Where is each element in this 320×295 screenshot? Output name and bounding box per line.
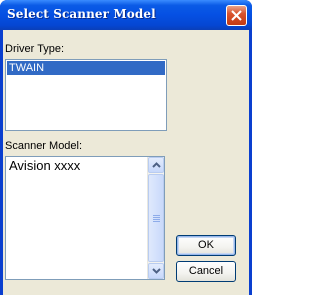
cancel-button-label: Cancel — [188, 265, 224, 277]
scanner-model-label: Scanner Model: — [5, 140, 83, 152]
scanner-model-list[interactable]: Avision xxxx — [5, 156, 165, 280]
scanner-model-item[interactable]: Avision xxxx — [9, 158, 80, 174]
ok-button-label: OK — [198, 239, 214, 251]
ok-button[interactable]: OK — [176, 235, 236, 256]
dialog-title: Select Scanner Model — [7, 7, 156, 21]
title-bar[interactable]: Select Scanner Model — [0, 0, 252, 30]
dialog-window: Select Scanner Model Driver Type: TWAIN … — [0, 0, 252, 295]
thumb-grip-line — [153, 217, 160, 218]
chevron-up-icon — [152, 162, 161, 168]
cancel-button[interactable]: Cancel — [176, 261, 236, 282]
thumb-grip-line — [153, 215, 160, 216]
thumb-grip-line — [153, 221, 160, 222]
close-button[interactable] — [226, 5, 247, 26]
scroll-thumb[interactable] — [148, 174, 164, 262]
driver-type-item-twain[interactable]: TWAIN — [7, 61, 165, 75]
thumb-grip-line — [153, 219, 160, 220]
chevron-down-icon — [152, 268, 161, 274]
close-icon — [231, 10, 242, 21]
driver-type-label: Driver Type: — [5, 43, 65, 55]
scroll-up-button[interactable] — [148, 157, 164, 173]
dialog-body: Driver Type: TWAIN Scanner Model: Avisio… — [3, 30, 249, 295]
scroll-down-button[interactable] — [148, 263, 164, 279]
driver-type-list[interactable]: TWAIN — [5, 59, 167, 131]
scanner-model-scrollbar[interactable] — [147, 157, 164, 279]
